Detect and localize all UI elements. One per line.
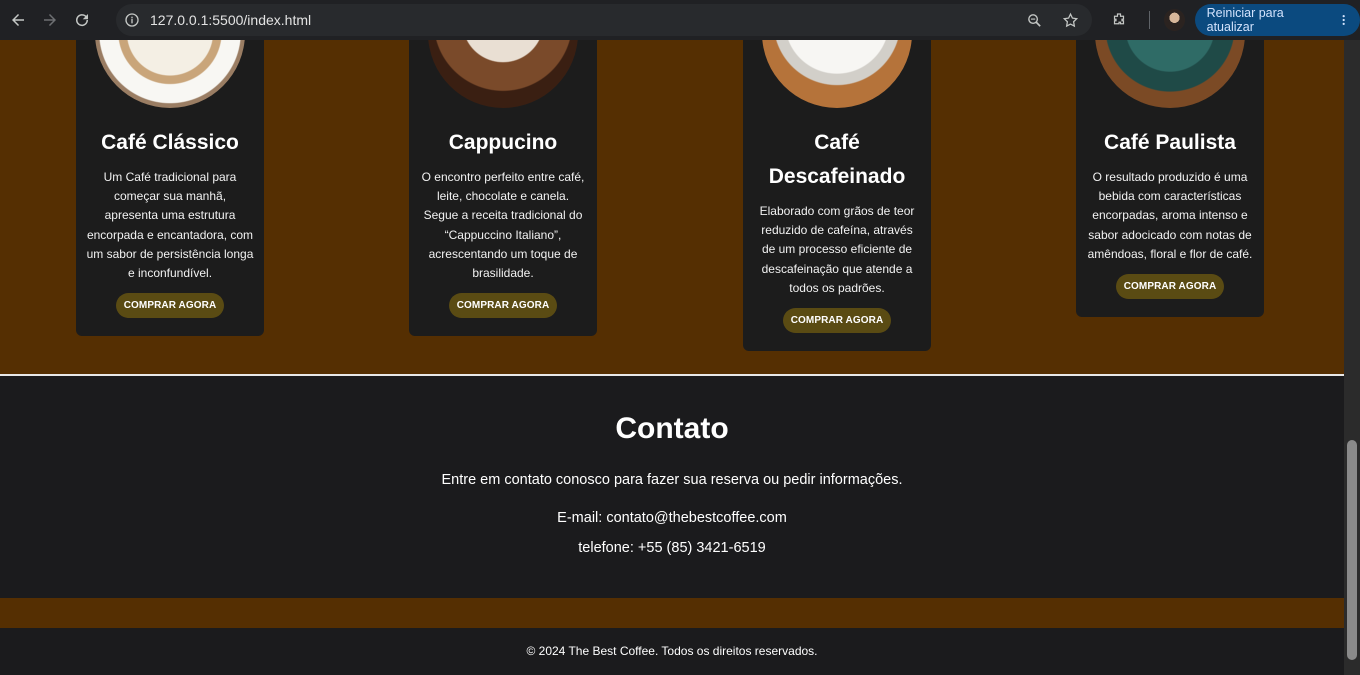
product-card: Café Descafeinado Elaborado com grãos de… xyxy=(743,40,931,352)
page-viewport: Café Clássico Um Café tradicional para c… xyxy=(0,40,1344,675)
address-bar[interactable]: 127.0.0.1:5500/index.html xyxy=(116,4,1092,36)
product-description: O encontro perfeito entre café, leite, c… xyxy=(421,170,585,281)
contact-phone: telefone: +55 (85) 3421-6519 xyxy=(578,540,766,556)
product-card: Café Paulista O resultado produzido é um… xyxy=(1076,40,1264,318)
back-icon[interactable] xyxy=(2,4,34,36)
site-info-icon[interactable] xyxy=(116,4,148,36)
browser-toolbar: 127.0.0.1:5500/index.html Reiniciar para… xyxy=(0,0,1360,40)
product-title: Café Descafeinado xyxy=(768,131,906,188)
page-footer: © 2024 The Best Coffee. Todos os direito… xyxy=(0,628,1344,675)
contact-email: E-mail: contato@thebestcoffee.com xyxy=(557,510,787,526)
contact-section: Contato Entre em contato conosco para fa… xyxy=(0,374,1344,598)
page-scrollbar[interactable] xyxy=(1344,40,1360,675)
forward-icon[interactable] xyxy=(34,4,66,36)
products-section: Café Clássico Um Café tradicional para c… xyxy=(0,40,1344,374)
extensions-icon[interactable] xyxy=(1104,4,1135,36)
profile-avatar[interactable] xyxy=(1163,9,1185,31)
product-description: Um Café tradicional para começar sua man… xyxy=(86,170,254,281)
divider-strip xyxy=(0,598,1344,628)
copyright-text: © 2024 The Best Coffee. Todos os direito… xyxy=(526,644,818,658)
product-card: Cappucino O encontro perfeito entre café… xyxy=(409,40,597,337)
product-description: Elaborado com grãos de teor reduzido de … xyxy=(759,204,915,295)
product-description: O resultado produzido é uma bebida com c… xyxy=(1087,170,1253,261)
toolbar-separator xyxy=(1148,11,1150,29)
restart-update-button[interactable]: Reiniciar para atualizar xyxy=(1194,4,1360,36)
buy-now-button[interactable]: COMPRAR AGORA xyxy=(782,308,892,334)
reload-icon[interactable] xyxy=(66,4,98,36)
contact-lead: Entre em contato conosco para fazer sua … xyxy=(441,472,903,488)
zoom-icon[interactable] xyxy=(1018,4,1050,36)
menu-dots-icon[interactable] xyxy=(1337,13,1350,27)
product-card: Café Clássico Um Café tradicional para c… xyxy=(76,40,264,337)
product-title: Café Clássico xyxy=(101,131,239,154)
product-title: Café Paulista xyxy=(1104,131,1236,154)
restart-update-label: Reiniciar para atualizar xyxy=(1206,6,1284,34)
url-text[interactable]: 127.0.0.1:5500/index.html xyxy=(150,12,1018,28)
product-title: Cappucino xyxy=(448,131,558,154)
scrollbar-thumb[interactable] xyxy=(1347,440,1357,660)
bookmark-star-icon[interactable] xyxy=(1054,4,1086,36)
contact-title: Contato xyxy=(615,412,729,445)
buy-now-button[interactable]: COMPRAR AGORA xyxy=(1115,274,1225,300)
buy-now-button[interactable]: COMPRAR AGORA xyxy=(115,293,225,319)
buy-now-button[interactable]: COMPRAR AGORA xyxy=(448,293,558,319)
